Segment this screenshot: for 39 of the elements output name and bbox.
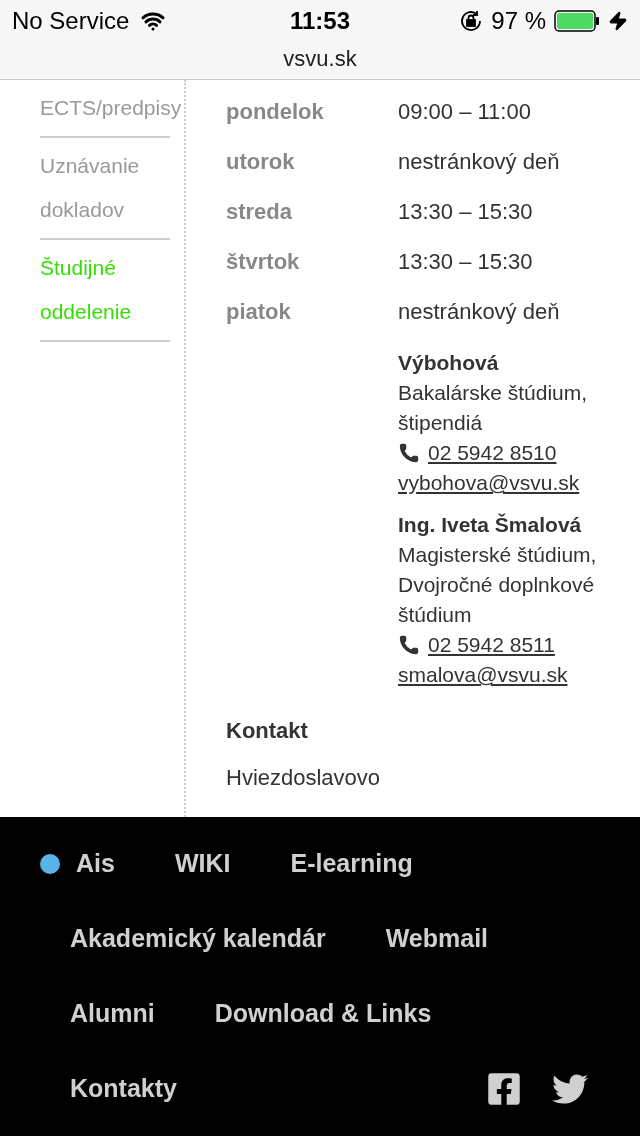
footer-link[interactable]: Alumni: [70, 995, 155, 1033]
day-label: streda: [226, 197, 294, 226]
footer-link[interactable]: Akademický kalendár: [70, 920, 326, 958]
footer-link[interactable]: WIKI: [174, 845, 231, 883]
contact-heading: Kontakt: [226, 717, 309, 745]
contact-name: Výbohová: [398, 350, 500, 376]
hours-text: 13:30 – 15:30: [398, 247, 533, 276]
phone-icon: [398, 442, 420, 464]
battery-text: 97 %: [491, 6, 546, 36]
footer-link[interactable]: Kontakty: [70, 1070, 177, 1108]
email-link[interactable]: vybohova@vsvu.sk: [398, 468, 634, 498]
url-text: vsvu.sk: [283, 45, 357, 73]
phone-icon: [398, 634, 420, 656]
phone-link[interactable]: 02 5942 8511: [428, 630, 555, 660]
day-label: štvrtok: [226, 247, 301, 276]
address-text: Hviezdoslavovo: [226, 764, 382, 792]
rotation-lock-icon: [459, 9, 484, 33]
hours-text: 09:00 – 11:00: [398, 97, 531, 126]
facebook-icon[interactable]: [486, 1071, 522, 1107]
charging-icon: [608, 11, 628, 31]
email-link[interactable]: smalova@vsvu.sk: [398, 660, 634, 690]
hours-text: nestránkový deň: [398, 297, 560, 326]
hours-text: 13:30 – 15:30: [398, 197, 533, 226]
phone-link[interactable]: 02 5942 8510: [428, 438, 557, 468]
footer-link[interactable]: Ais: [76, 845, 115, 883]
day-label: piatok: [226, 297, 292, 326]
hours-text: nestránkový deň: [398, 147, 560, 176]
contact-role: Magisterské štúdium, Dvojročné doplnkové štúdium: [398, 542, 598, 628]
footer-link[interactable]: E-learning: [290, 845, 413, 883]
carrier-text: No Service: [12, 6, 130, 36]
clock-text: 11:53: [289, 6, 351, 36]
footer-link[interactable]: Webmail: [385, 920, 489, 958]
twitter-icon[interactable]: [552, 1071, 588, 1107]
day-label: utorok: [226, 147, 296, 176]
battery-icon: [554, 10, 600, 32]
day-label: pondelok: [226, 97, 325, 126]
contact-name: Ing. Iveta Šmalová: [398, 512, 583, 538]
contact-role: Bakalárske štúdium, štipendiá: [398, 380, 589, 436]
footer-link[interactable]: Download & Links: [214, 995, 432, 1033]
